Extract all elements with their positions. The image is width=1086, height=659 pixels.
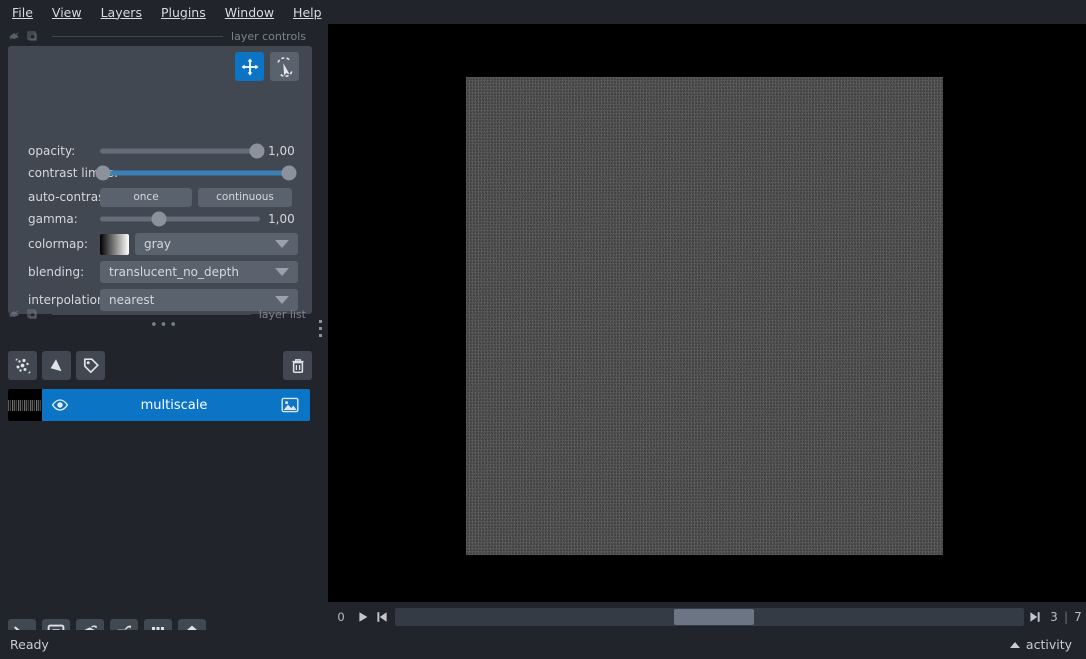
dock-divider (52, 313, 251, 315)
dims-current-value: 3 (1050, 610, 1058, 624)
transform-tool[interactable] (270, 52, 299, 81)
contrast-limits-low-handle (95, 165, 111, 181)
viewer-canvas[interactable] (328, 24, 1086, 602)
contrast-limits-slider[interactable] (95, 163, 297, 183)
interpolation-value: nearest (109, 293, 155, 307)
mode-button-group (235, 52, 299, 81)
chevron-down-icon (275, 296, 289, 304)
layer-controls-dock-header: layer controls (0, 28, 320, 44)
layer-thumbnail (8, 389, 42, 421)
colormap-combobox[interactable]: gray (135, 233, 298, 255)
blending-value: translucent_no_depth (109, 265, 239, 279)
blending-row: blending: translucent_no_depth (8, 261, 312, 283)
multiscale-noise-image (466, 77, 943, 555)
step-left-icon (376, 612, 387, 622)
play-button[interactable] (354, 609, 371, 626)
auto-contrast-label: auto-contrast: (28, 190, 114, 204)
dims-axis-label: 0 (337, 610, 345, 624)
left-dock-panel: layer controls opacity: 1,00 contrast li… (0, 24, 320, 647)
menu-item-view[interactable]: View (50, 3, 93, 22)
chevron-down-icon (275, 240, 289, 248)
menu-item-help[interactable]: Help (291, 3, 333, 22)
dock-divider (52, 35, 224, 37)
layer-type-icon-wrap (270, 397, 310, 413)
status-message: Ready (10, 637, 49, 652)
gamma-row: gamma: 1,00 (8, 208, 312, 230)
menu-item-file-label: File (12, 4, 33, 20)
activity-button[interactable]: activity (1009, 637, 1072, 652)
delete-layer-button[interactable] (283, 351, 312, 380)
layer-name-label: multiscale (140, 397, 208, 413)
chevron-up-icon (1009, 641, 1020, 648)
menu-item-layers-label: Layers (100, 4, 142, 20)
gamma-label: gamma: (28, 212, 78, 226)
play-icon (358, 612, 367, 622)
blending-label: blending: (28, 265, 85, 279)
dims-slider-track[interactable] (395, 608, 1024, 626)
dock-splitter-handle[interactable] (316, 310, 324, 346)
layer-controls-dock-title: layer controls (231, 29, 306, 43)
contrast-limits-row: contrast limits: (8, 162, 312, 184)
dims-max-value: 7 (1074, 610, 1082, 624)
new-shapes-button[interactable] (42, 351, 71, 380)
layer-visibility-toggle[interactable] (42, 396, 78, 414)
pan-zoom-tool[interactable] (235, 52, 264, 81)
float-icon[interactable] (8, 30, 20, 42)
activity-label: activity (1025, 637, 1072, 652)
menu-item-window-label: Window (224, 4, 275, 20)
opacity-row: opacity: 1,00 (8, 140, 312, 162)
menu-item-plugins[interactable]: Plugins (159, 3, 217, 22)
dims-slider-handle[interactable] (674, 609, 755, 625)
new-labels-button[interactable] (76, 351, 105, 380)
auto-contrast-row: auto-contrast: once continuous (8, 186, 312, 208)
colormap-value: gray (144, 237, 172, 251)
opacity-label: opacity: (28, 144, 76, 158)
colormap-row: colormap: gray (8, 233, 312, 255)
menu-item-window[interactable]: Window (223, 3, 285, 22)
blending-combobox[interactable]: translucent_no_depth (100, 261, 298, 283)
step-right-icon (1030, 612, 1041, 622)
layer-list-dock-header: layer list (0, 306, 320, 322)
auto-contrast-continuous-button[interactable]: continuous (198, 187, 292, 207)
step-left-button[interactable] (373, 609, 390, 626)
menu-item-file[interactable]: File (10, 3, 44, 22)
pin-icon[interactable] (26, 308, 38, 320)
image-icon (281, 397, 299, 413)
list-item[interactable]: multiscale (8, 389, 310, 421)
menu-item-help-label: Help (293, 4, 322, 20)
contrast-limits-high-handle (281, 165, 297, 181)
opacity-slider[interactable] (100, 141, 265, 161)
new-points-button[interactable] (8, 351, 37, 380)
layer-controls-panel: opacity: 1,00 contrast limits: auto-cont… (8, 46, 312, 314)
status-bar: Ready activity (0, 630, 1086, 659)
menu-item-plugins-label: Plugins (160, 4, 206, 20)
menu-bar: File View Layers Plugins Window Help (0, 0, 1086, 24)
layer-list-dock-title: layer list (258, 307, 306, 321)
dimension-slider-bar: 0 3 | 7 (328, 604, 1086, 630)
colormap-label: colormap: (28, 237, 89, 251)
menu-item-view-label: View (51, 4, 82, 20)
float-icon[interactable] (8, 308, 20, 320)
auto-contrast-once-button[interactable]: once (100, 187, 192, 207)
gamma-value: 1,00 (268, 212, 295, 226)
step-right-button[interactable] (1027, 609, 1044, 626)
gamma-slider[interactable] (100, 209, 260, 229)
pin-icon[interactable] (26, 30, 38, 42)
layer-list-button-bar (8, 351, 312, 381)
interpolation-label: interpolation: (28, 293, 109, 307)
contrast-limits-label: contrast limits: (28, 166, 118, 180)
colormap-swatch (100, 233, 129, 255)
opacity-value: 1,00 (268, 144, 295, 158)
napari-main-window: File View Layers Plugins Window Help lay… (0, 0, 1086, 659)
dims-separator: | (1063, 610, 1068, 624)
chevron-down-icon (275, 268, 289, 276)
eye-icon (51, 399, 69, 411)
menu-item-layers[interactable]: Layers (99, 3, 153, 22)
